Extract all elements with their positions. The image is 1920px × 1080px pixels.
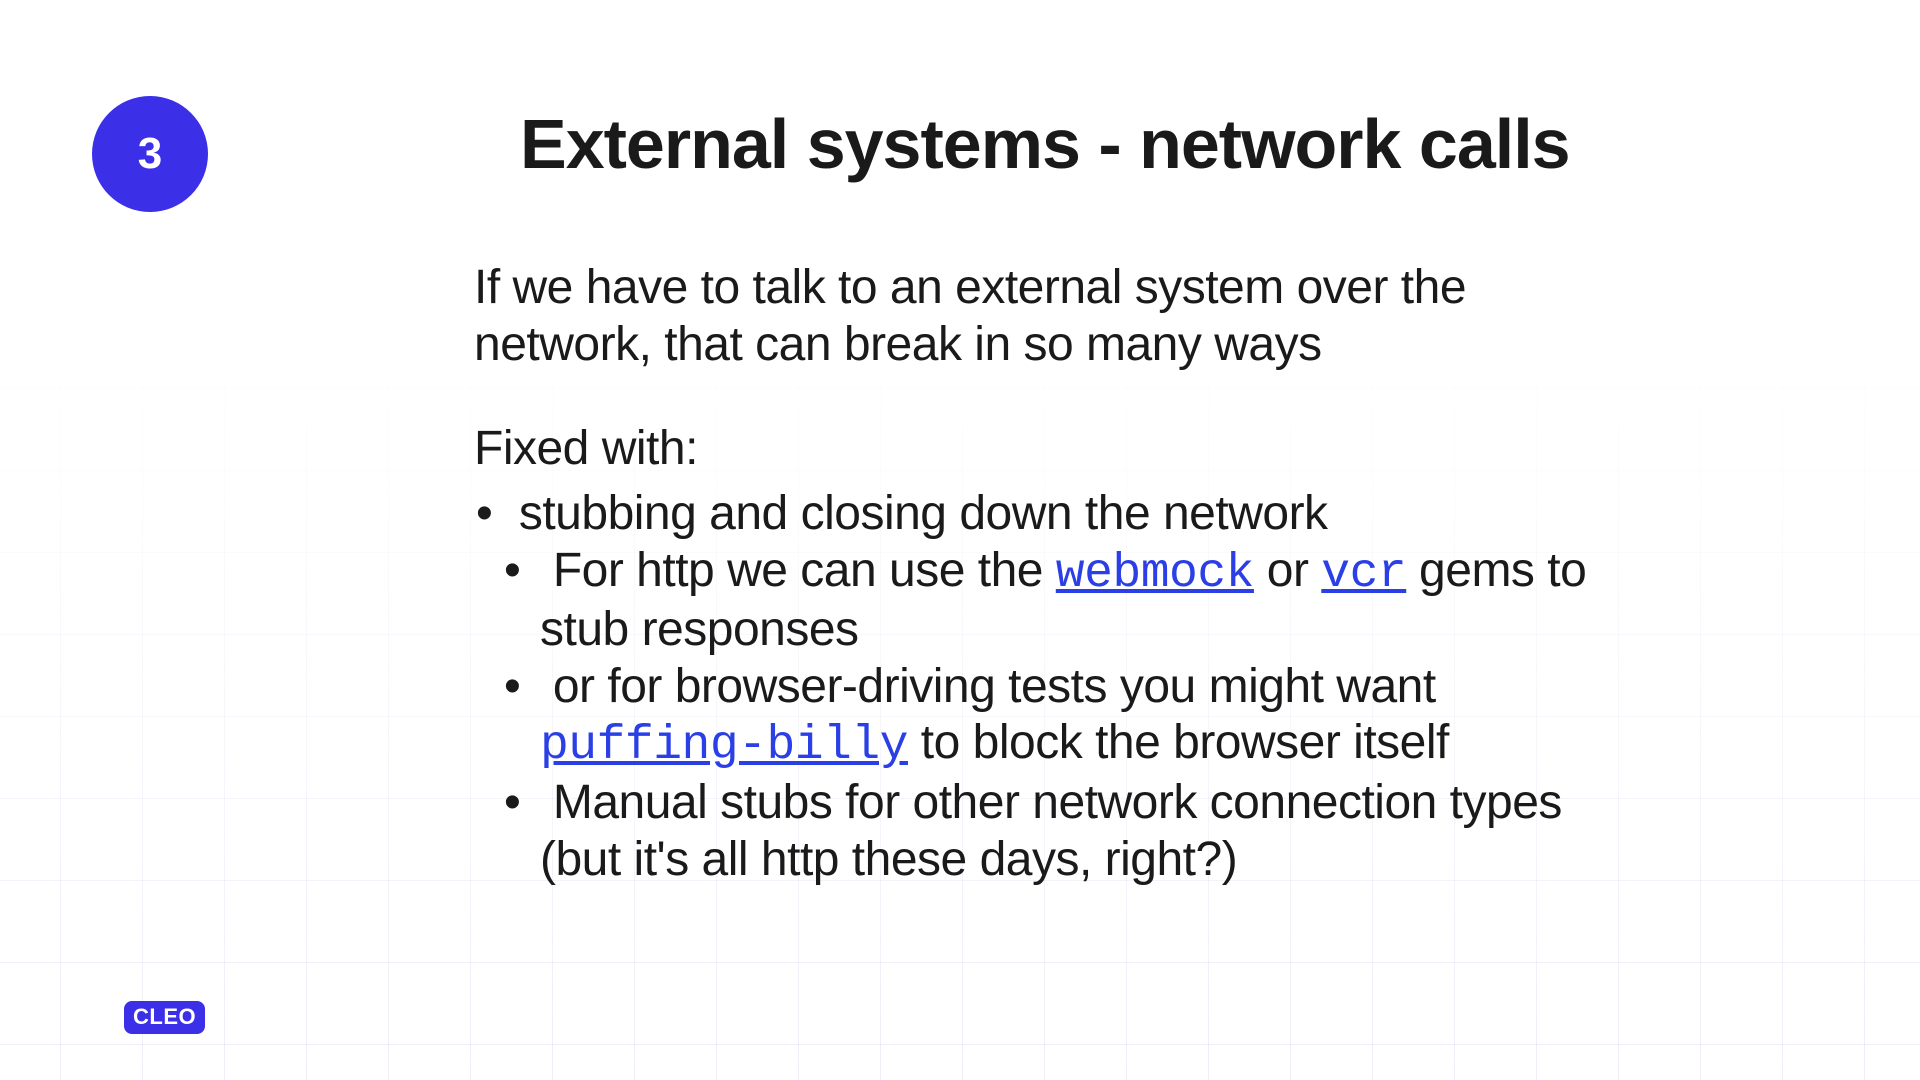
text-fragment: For http we can use the — [553, 544, 1056, 597]
vcr-link[interactable]: vcr — [1321, 547, 1406, 601]
sub-bullet-list: For http we can use the webmock or vcr g… — [474, 543, 1604, 889]
fixed-with-label: Fixed with: — [474, 421, 1604, 478]
cleo-logo: CLEO — [124, 1001, 205, 1034]
slide-title: External systems - network calls — [520, 104, 1570, 184]
slide-number-badge: 3 — [92, 96, 208, 212]
logo-text: CLEO — [133, 1004, 196, 1029]
text-fragment: to block the browser itself — [908, 716, 1449, 769]
bullet-text: stubbing and closing down the network — [519, 487, 1328, 540]
slide-content: If we have to talk to an external system… — [474, 260, 1604, 888]
bullet-text: Manual stubs for other network connectio… — [540, 776, 1562, 886]
slide: 3 External systems - network calls If we… — [0, 0, 1920, 1080]
text-fragment: or — [1254, 544, 1321, 597]
intro-paragraph: If we have to talk to an external system… — [474, 260, 1604, 373]
puffing-billy-link[interactable]: puffing-billy — [540, 719, 908, 773]
bullet-item: stubbing and closing down the network Fo… — [474, 486, 1604, 888]
sub-bullet-item: For http we can use the webmock or vcr g… — [504, 543, 1604, 659]
text-fragment: or for browser-driving tests you might w… — [553, 660, 1436, 713]
bullet-list: stubbing and closing down the network Fo… — [474, 486, 1604, 888]
sub-bullet-item: or for browser-driving tests you might w… — [504, 659, 1604, 775]
slide-number: 3 — [138, 129, 162, 179]
webmock-link[interactable]: webmock — [1056, 547, 1254, 601]
sub-bullet-item: Manual stubs for other network connectio… — [504, 775, 1604, 888]
